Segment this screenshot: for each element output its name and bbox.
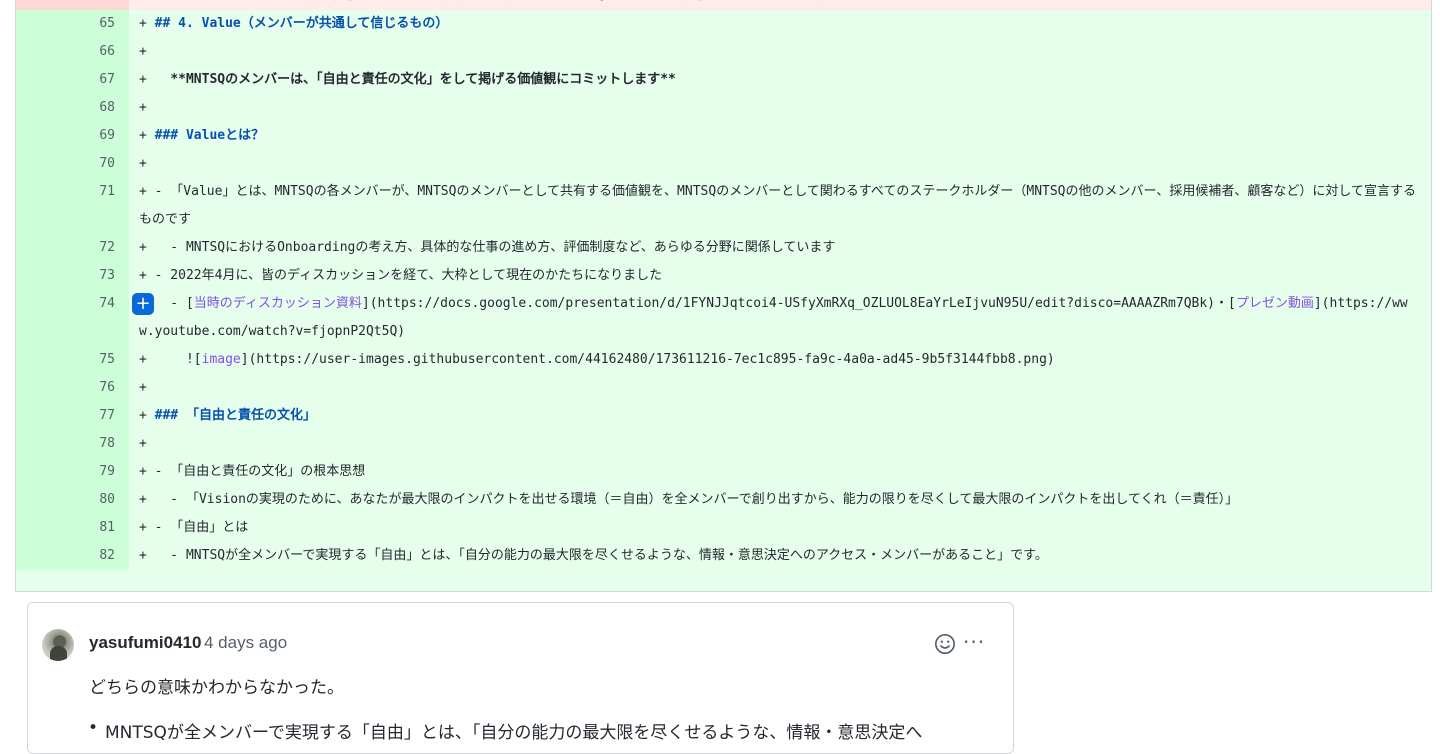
code-segment: + [139, 16, 155, 31]
comment-quote-item: MNTSQが全メンバーで実現する「自由」とは、「自分の能力の最大限を尽くせるよう… [88, 718, 922, 743]
diff-line: 75 + ![image](https://user-images.githubu… [16, 346, 1431, 374]
code-segment: + - 「自由と責任の文化」の根本思想 [139, 464, 366, 479]
line-number[interactable]: 76 [16, 374, 129, 402]
line-code: + [129, 430, 1431, 458]
line-number[interactable]: 80 [16, 486, 129, 514]
line-code: + - MNTSQにおけるOnboardingの考え方、具体的な仕事の進め方、評… [129, 234, 1431, 262]
code-link-text: 当時のディスカッション資料 [193, 296, 362, 311]
code-segment: + [139, 156, 147, 171]
line-code: + - [当時のディスカッション資料](https://docs.google.… [129, 290, 1431, 346]
line-number[interactable]: 71 [16, 178, 129, 234]
code-segment: **MNTSQのメンバーは、「自由と責任の文化」をして掲げる価値観にコミットしま… [170, 72, 676, 87]
line-code: + [129, 374, 1431, 402]
diff-line: 77 + ### 「自由と責任の文化」 [16, 402, 1431, 430]
comment-body: どちらの意味かわからなかった。 [89, 678, 344, 698]
line-code: + ## 4. Value（メンバーが共通して信じるもの） [129, 10, 1431, 38]
diff-line: 78 + [16, 430, 1431, 458]
code-segment: + ![ [139, 352, 202, 367]
line-number[interactable]: 73 [16, 262, 129, 290]
code-segment: + - 「Visionの実現のために、あなたが最大限のインパクトを出せる環境（＝… [139, 492, 1239, 507]
line-number[interactable]: 67 [16, 66, 129, 94]
line-number[interactable]: 82 [16, 542, 129, 570]
diff-view: プロダクト全体の価値のみならず、課題発見・解決を通した法務コンテンツの価値もアッ… [15, 0, 1432, 592]
diff-lines: 65 + ## 4. Value（メンバーが共通して信じるもの） 66 +67 + **… [16, 10, 1431, 570]
code-segment: + [139, 436, 147, 451]
line-code: + [129, 94, 1431, 122]
diff-line: 70 + [16, 150, 1431, 178]
line-code: + ### Valueとは？ [129, 122, 1431, 150]
line-code: + - 「自由」とは [129, 514, 1431, 542]
diff-line: 74 + - [当時のディスカッション資料](https://docs.googl… [16, 290, 1431, 346]
line-code: + - MNTSQが全メンバーで実現する「自由」とは、「自分の能力の最大限を尽く… [129, 542, 1431, 570]
diff-line: 81 + - 「自由」とは [16, 514, 1431, 542]
comment-timestamp[interactable]: 4 days ago [204, 633, 287, 653]
plus-icon[interactable]: + [132, 293, 154, 315]
review-comment: yasufumi0410 4 days ago ··· どちらの意味かわからなか… [27, 602, 1014, 754]
line-code: + ![image](https://user-images.githubuse… [129, 346, 1431, 374]
diff-line: 69 + ### Valueとは？ [16, 122, 1431, 150]
line-number[interactable]: 68 [16, 94, 129, 122]
line-code: + - 「Visionの実現のために、あなたが最大限のインパクトを出せる環境（＝… [129, 486, 1431, 514]
code-segment: ](https://docs.google.com/presentation/d… [361, 296, 1236, 311]
diff-line: 82 + - MNTSQが全メンバーで実現する「自由」とは、「自分の能力の最大限を… [16, 542, 1431, 570]
line-code: + - 「Value」とは、MNTSQの各メンバーが、MNTSQのメンバーとして… [129, 178, 1431, 234]
line-number [16, 0, 129, 10]
code-segment: + - MNTSQにおけるOnboardingの考え方、具体的な仕事の進め方、評… [139, 240, 836, 255]
diff-line: 72 + - MNTSQにおけるOnboardingの考え方、具体的な仕事の進め方… [16, 234, 1431, 262]
code-segment: + - 2022年4月に、皆のディスカッションを経て、大枠として現在のかたちにな… [139, 268, 663, 283]
line-number[interactable]: 74 [16, 290, 129, 346]
avatar[interactable] [42, 629, 74, 661]
comment-author[interactable]: yasufumi0410 [89, 633, 201, 653]
line-code: + ### 「自由と責任の文化」 [129, 402, 1431, 430]
code-segment: + [139, 128, 155, 143]
line-number[interactable]: 79 [16, 458, 129, 486]
line-number[interactable]: 72 [16, 234, 129, 262]
line-number[interactable]: 78 [16, 430, 129, 458]
line-code: + [129, 150, 1431, 178]
line-code: + [129, 38, 1431, 66]
diff-line: 68 + [16, 94, 1431, 122]
line-number[interactable]: 65 [16, 10, 129, 38]
line-code: + **MNTSQのメンバーは、「自由と責任の文化」をして掲げる価値観にコミット… [129, 66, 1431, 94]
code-segment: ## 4. Value（メンバーが共通して信じるもの） [154, 16, 449, 31]
code-segment: + - MNTSQが全メンバーで実現する「自由」とは、「自分の能力の最大限を尽く… [139, 548, 1048, 563]
code-segment: ### 「自由と責任の文化」 [154, 408, 316, 423]
kebab-horizontal-icon[interactable]: ··· [963, 630, 985, 654]
line-number[interactable]: 75 [16, 346, 129, 374]
smiley-icon[interactable] [934, 633, 956, 655]
diff-line: 71 + - 「Value」とは、MNTSQの各メンバーが、MNTSQのメンバーと… [16, 178, 1431, 234]
line-number[interactable]: 77 [16, 402, 129, 430]
code-segment: + [139, 72, 171, 87]
diff-line: 80 + - 「Visionの実現のために、あなたが最大限のインパクトを出せる環境… [16, 486, 1431, 514]
line-number[interactable]: 66 [16, 38, 129, 66]
code-segment: + - 「自由」とは [139, 520, 249, 535]
line-code: + - 2022年4月に、皆のディスカッションを経て、大枠として現在のかたちにな… [129, 262, 1431, 290]
code-segment: + - 「Value」とは、MNTSQの各メンバーが、MNTSQのメンバーとして… [139, 184, 1416, 227]
code-segment: + [139, 408, 155, 423]
line-code: + - 「自由と責任の文化」の根本思想 [129, 458, 1431, 486]
code-segment: + [139, 380, 147, 395]
diff-line: 76 + [16, 374, 1431, 402]
line-number[interactable]: 69 [16, 122, 129, 150]
diff-line: 65 + ## 4. Value（メンバーが共通して信じるもの） [16, 10, 1431, 38]
code-link-text: プレゼン動画 [1235, 296, 1314, 311]
diff-line: 67 + **MNTSQのメンバーは、「自由と責任の文化」をして掲げる価値観にコミ… [16, 66, 1431, 94]
code-link-text: image [201, 352, 241, 367]
diff-line: 73 + - 2022年4月に、皆のディスカッションを経て、大枠として現在のかたち… [16, 262, 1431, 290]
code-segment: + [139, 100, 147, 115]
line-number[interactable]: 81 [16, 514, 129, 542]
code-segment: + [139, 44, 147, 59]
line-number[interactable]: 70 [16, 150, 129, 178]
removed-line: プロダクト全体の価値のみならず、課題発見・解決を通した法務コンテンツの価値もアッ… [16, 0, 1431, 10]
code-segment: ### Valueとは？ [154, 128, 265, 143]
code-segment: ](https://user-images.githubusercontent.… [240, 352, 1055, 367]
removed-code: プロダクト全体の価値のみならず、課題発見・解決を通した法務コンテンツの価値もアッ… [129, 0, 1431, 10]
diff-line: 66 + [16, 38, 1431, 66]
diff-line: 79 + - 「自由と責任の文化」の根本思想 [16, 458, 1431, 486]
